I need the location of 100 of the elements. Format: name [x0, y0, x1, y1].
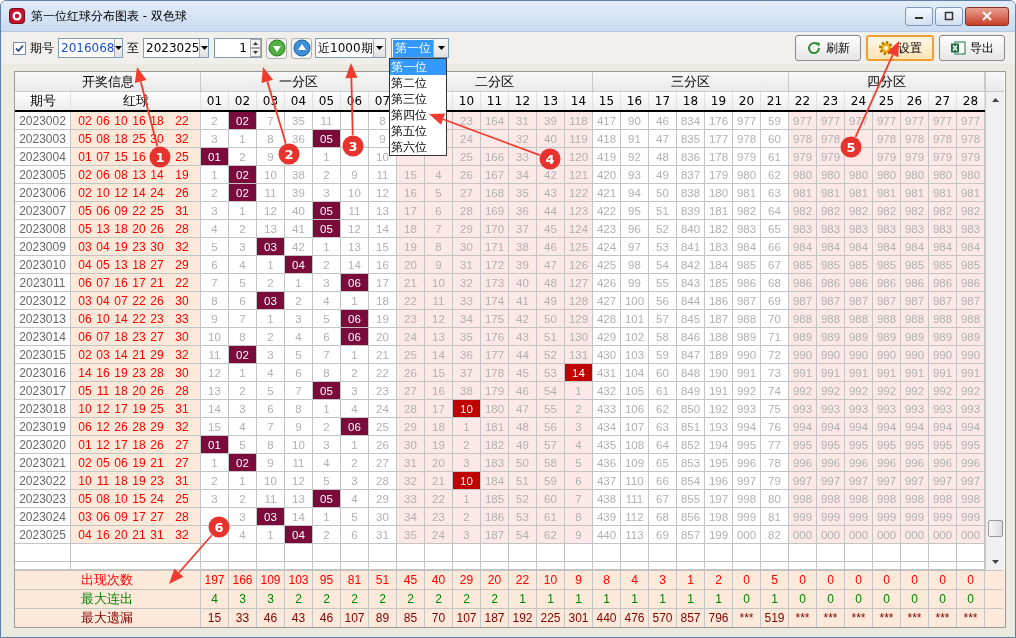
number-cell: 10 [257, 472, 285, 490]
up-arrow-button[interactable] [291, 37, 312, 59]
range-dropdown[interactable]: 近1000期 [315, 38, 386, 58]
number-cell: 437 [593, 472, 621, 490]
summary-cell: 15 [201, 608, 229, 627]
number-cell: 57 [649, 310, 677, 328]
summary-cell: 43 [285, 608, 313, 627]
number-cell: 979 [817, 148, 845, 166]
number-cell: 4 [257, 364, 285, 382]
checkbox[interactable] [13, 41, 26, 55]
lottery-number: 14 [114, 311, 128, 326]
number-cell: 982 [845, 202, 873, 220]
summary-cell: 107 [341, 608, 369, 627]
lottery-number: 19 [132, 473, 146, 488]
number-cell: 124 [565, 220, 593, 238]
summary-cell: 10 [537, 570, 565, 589]
number-cell: 58 [649, 328, 677, 346]
number-cell: 49 [509, 436, 537, 454]
number-cell: 993 [817, 400, 845, 418]
number-cell: 1 [341, 436, 369, 454]
lottery-number: 13 [96, 221, 110, 236]
lottery-number: 20 [132, 383, 146, 398]
number-cell: 47 [537, 256, 565, 274]
number-cell: 11 [341, 202, 369, 220]
number-cell: 59 [649, 346, 677, 364]
summary-cell: 0 [817, 570, 845, 589]
lottery-number: 02 [78, 113, 92, 128]
export-button[interactable]: 导出 [939, 35, 1005, 61]
lottery-number: 29 [175, 257, 189, 272]
summary-cell: 1 [761, 589, 789, 608]
summary-cell: 3 [229, 589, 257, 608]
lottery-number: 19 [114, 365, 128, 380]
number-cell: 982 [789, 202, 817, 220]
number-cell: 980 [789, 166, 817, 184]
number-cell: 19 [425, 436, 453, 454]
number-cell: 37 [453, 364, 481, 382]
number-cell: 995 [873, 436, 901, 454]
lottery-number: 31 [150, 527, 164, 542]
lottery-number: 04 [78, 527, 92, 542]
number-cell: 187 [481, 526, 509, 544]
number-cell: 990 [929, 346, 957, 364]
lottery-number: 05 [78, 221, 92, 236]
end-period-dropdown[interactable]: 2023025 [143, 38, 209, 58]
number-cell: 182 [705, 220, 733, 238]
number-cell: 998 [873, 490, 901, 508]
lottery-number: 23 [150, 311, 164, 326]
close-button[interactable] [965, 6, 1009, 26]
number-cell: 985 [789, 256, 817, 274]
number-cell: 985 [873, 256, 901, 274]
number-cell: 17 [397, 202, 425, 220]
step-spinner[interactable]: 1 [214, 38, 262, 58]
number-cell: 21 [397, 274, 425, 292]
lottery-number: 16 [132, 149, 146, 164]
lottery-number: 17 [114, 401, 128, 416]
close-icon [982, 11, 992, 21]
number-cell: 985 [901, 256, 929, 274]
lottery-number: 16 [96, 527, 110, 542]
settings-button[interactable]: 设置 [866, 35, 934, 61]
empty-cell [817, 544, 845, 562]
number-cell: 438 [593, 490, 621, 508]
down-arrow-button[interactable] [266, 37, 287, 59]
number-cell: 993 [845, 400, 873, 418]
number-cell: 105 [621, 382, 649, 400]
summary-cell: 33 [229, 608, 257, 627]
number-cell: 2 [201, 472, 229, 490]
summary-cell: 0 [817, 589, 845, 608]
lottery-number: 23 [132, 365, 146, 380]
minimize-button[interactable] [905, 6, 933, 26]
number-cell: 101 [621, 310, 649, 328]
empty-cell [425, 544, 453, 562]
number-cell: 439 [593, 508, 621, 526]
number-cell: 995 [929, 436, 957, 454]
column-header: 21 [761, 92, 789, 110]
number-cell: 7 [565, 490, 593, 508]
scrollbar-thumb[interactable] [987, 520, 1003, 537]
number-cell: 425 [593, 256, 621, 274]
empty-cell [705, 544, 733, 562]
refresh-button[interactable]: 刷新 [795, 35, 861, 61]
number-cell: 995 [817, 436, 845, 454]
lottery-number: 28 [175, 383, 189, 398]
number-cell: 55 [649, 274, 677, 292]
maximize-button[interactable] [935, 6, 963, 26]
number-cell: 93 [621, 166, 649, 184]
number-cell: 189 [705, 346, 733, 364]
lottery-number: 28 [175, 221, 189, 236]
number-cell: 991 [929, 364, 957, 382]
number-cell: 18 [425, 418, 453, 436]
number-cell: 981 [929, 184, 957, 202]
number-cell: 984 [789, 238, 817, 256]
summary-cell: 1 [677, 589, 705, 608]
number-cell: 53 [509, 508, 537, 526]
number-cell: 994 [873, 418, 901, 436]
number-cell: 988 [733, 310, 761, 328]
vertical-scrollbar[interactable] [986, 92, 1004, 570]
number-cell: 34 [397, 508, 425, 526]
hit-cell: 03 [257, 508, 285, 526]
lottery-number: 19 [175, 167, 189, 182]
start-period-dropdown[interactable]: 2016068 [58, 38, 123, 58]
lottery-number: 14 [132, 185, 146, 200]
number-cell: 417 [593, 112, 621, 130]
